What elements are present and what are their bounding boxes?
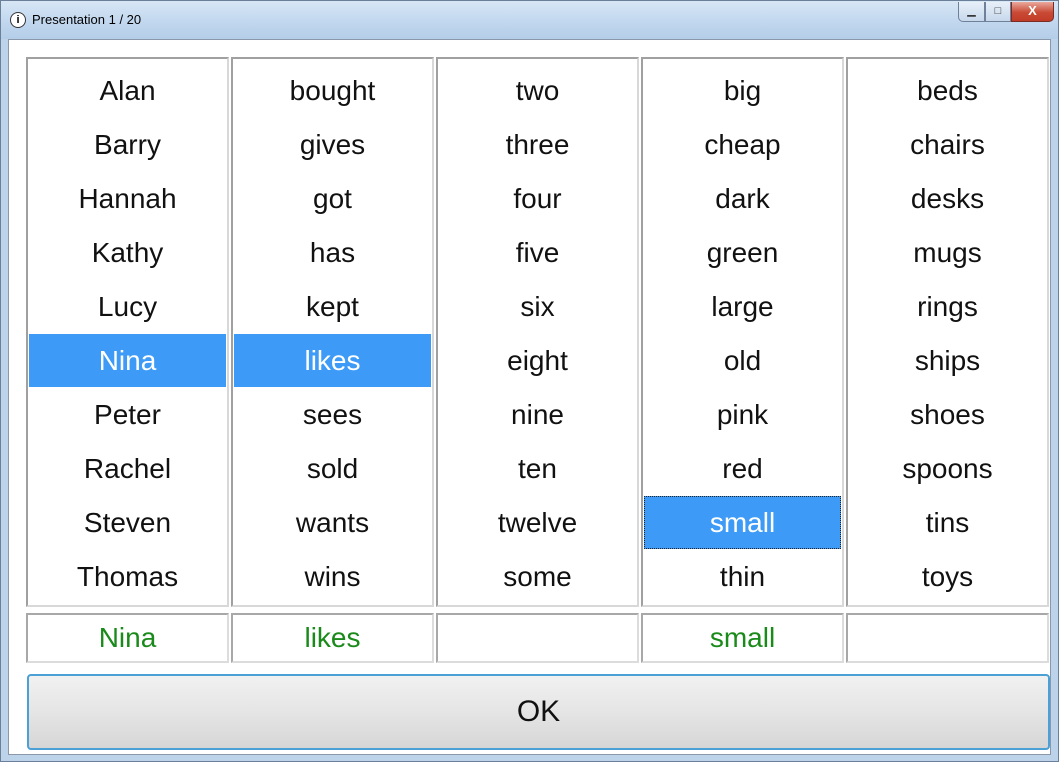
client-area: Alan Barry Hannah Kathy Lucy Nina Peter Rachel S… xyxy=(8,39,1051,755)
list-item[interactable]: ten xyxy=(439,442,636,495)
list-item[interactable]: Peter xyxy=(29,388,226,441)
list-item[interactable]: shoes xyxy=(849,388,1046,441)
list-item[interactable]: three xyxy=(439,118,636,171)
list-item[interactable]: tins xyxy=(849,496,1046,549)
list-item[interactable]: beds xyxy=(849,64,1046,117)
list-item[interactable]: four xyxy=(439,172,636,225)
list-item[interactable]: two xyxy=(439,64,636,117)
list-item[interactable]: wants xyxy=(234,496,431,549)
list-item[interactable]: spoons xyxy=(849,442,1046,495)
title-bar[interactable]: i Presentation 1 / 20 ▁ □ X xyxy=(1,1,1058,39)
list-item[interactable]: has xyxy=(234,226,431,279)
list-item[interactable]: rings xyxy=(849,280,1046,333)
list-item[interactable]: mugs xyxy=(849,226,1046,279)
word-list-col-3[interactable]: two three four five six eight nine ten twelve som… xyxy=(436,57,639,607)
list-item[interactable]: cheap xyxy=(644,118,841,171)
list-item[interactable]: old xyxy=(644,334,841,387)
list-item[interactable]: desks xyxy=(849,172,1046,225)
list-item[interactable]: Thomas xyxy=(29,550,226,603)
result-field-1: Nina xyxy=(26,613,229,663)
list-item[interactable]: eight xyxy=(439,334,636,387)
list-item[interactable]: toys xyxy=(849,550,1046,603)
list-item[interactable]: got xyxy=(234,172,431,225)
minimize-button[interactable]: ▁ xyxy=(958,2,985,22)
list-item[interactable]: Barry xyxy=(29,118,226,171)
list-item[interactable]: Rachel xyxy=(29,442,226,495)
list-item[interactable]: Alan xyxy=(29,64,226,117)
ok-button[interactable]: OK xyxy=(27,674,1050,750)
list-item[interactable]: big xyxy=(644,64,841,117)
result-field-4: small xyxy=(641,613,844,663)
list-item[interactable]: bought xyxy=(234,64,431,117)
close-button[interactable]: X xyxy=(1011,2,1054,22)
presentation-window: i Presentation 1 / 20 ▁ □ X Alan Barry Han… xyxy=(0,0,1059,762)
info-icon: i xyxy=(10,12,26,28)
list-item[interactable]: Hannah xyxy=(29,172,226,225)
list-item[interactable]: thin xyxy=(644,550,841,603)
list-item[interactable]: kept xyxy=(234,280,431,333)
list-item[interactable]: five xyxy=(439,226,636,279)
list-item[interactable]: likes xyxy=(234,334,431,387)
window-title: Presentation 1 / 20 xyxy=(32,12,142,27)
word-list-col-5[interactable]: beds chairs desks mugs rings ships shoes spoons… xyxy=(846,57,1049,607)
list-item[interactable]: wins xyxy=(234,550,431,603)
list-item[interactable]: chairs xyxy=(849,118,1046,171)
list-item[interactable]: small xyxy=(644,496,841,549)
list-item[interactable]: Lucy xyxy=(29,280,226,333)
list-item[interactable]: nine xyxy=(439,388,636,441)
list-item[interactable]: Steven xyxy=(29,496,226,549)
result-field-5 xyxy=(846,613,1049,663)
list-item[interactable]: Kathy xyxy=(29,226,226,279)
list-item[interactable]: six xyxy=(439,280,636,333)
word-list-col-4[interactable]: big cheap dark green large old pink red small thi… xyxy=(641,57,844,607)
list-item[interactable]: twelve xyxy=(439,496,636,549)
list-item[interactable]: green xyxy=(644,226,841,279)
list-item[interactable]: sees xyxy=(234,388,431,441)
list-item[interactable]: large xyxy=(644,280,841,333)
word-list-col-2[interactable]: bought gives got has kept likes sees sold wants w… xyxy=(231,57,434,607)
result-field-2: likes xyxy=(231,613,434,663)
list-item[interactable]: sold xyxy=(234,442,431,495)
list-item[interactable]: Nina xyxy=(29,334,226,387)
result-field-3 xyxy=(436,613,639,663)
list-item[interactable]: some xyxy=(439,550,636,603)
list-item[interactable]: ships xyxy=(849,334,1046,387)
list-item[interactable]: pink xyxy=(644,388,841,441)
list-item[interactable]: gives xyxy=(234,118,431,171)
list-item[interactable]: red xyxy=(644,442,841,495)
maximize-button[interactable]: □ xyxy=(985,2,1011,22)
list-item[interactable]: dark xyxy=(644,172,841,225)
word-list-col-1[interactable]: Alan Barry Hannah Kathy Lucy Nina Peter Rachel S… xyxy=(26,57,229,607)
